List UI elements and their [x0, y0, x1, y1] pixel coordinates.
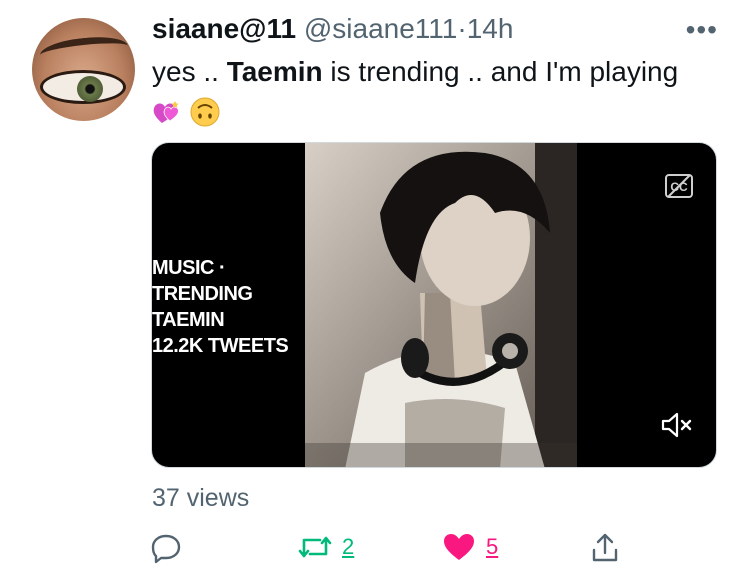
tweet-text-part1: yes .. [152, 56, 227, 87]
view-count: 37 views [152, 484, 250, 512]
heart-icon [444, 534, 474, 560]
cc-icon[interactable]: CC [664, 173, 694, 199]
timestamp[interactable]: 14h [467, 13, 514, 44]
tweet-text: yes .. Taemin is trending .. and I'm pla… [152, 52, 712, 132]
overlay-line: MUSIC · [152, 257, 226, 279]
retweet-icon [298, 536, 332, 558]
display-name[interactable]: siaane@11 [152, 13, 296, 44]
separator: · [457, 13, 467, 44]
upside-down-face-emoji [190, 97, 220, 127]
avatar-iris [77, 76, 103, 102]
retweet-button[interactable]: 2 [298, 532, 354, 562]
overlay-line: 12.2K TWEETS [152, 335, 289, 357]
share-icon [592, 533, 618, 562]
tweet-media-video[interactable]: MUSIC · TRENDING TAEMIN 12.2K TWEETS [151, 142, 717, 468]
trending-overlay: MUSIC · TRENDING TAEMIN 12.2K TWEETS [152, 255, 289, 359]
tweet-text-bold: Taemin [226, 56, 323, 87]
retweet-count[interactable]: 2 [342, 534, 354, 560]
overlay-line: TRENDING [152, 283, 253, 305]
heart-emoji [153, 101, 179, 123]
share-button[interactable] [590, 532, 620, 564]
more-options-button[interactable]: ••• [686, 14, 718, 46]
mute-icon[interactable] [660, 411, 694, 439]
person-photo [305, 143, 577, 467]
action-bar: 2 5 [150, 532, 620, 572]
handle[interactable]: @siaane111 [304, 13, 458, 44]
tweet-header: siaane@11 @siaane111·14h [152, 10, 513, 48]
video-frame-photo [305, 143, 577, 467]
avatar-eye [40, 70, 126, 104]
like-button[interactable]: 5 [442, 532, 498, 562]
like-count[interactable]: 5 [486, 534, 498, 560]
reply-button[interactable] [150, 532, 182, 564]
reply-icon [151, 534, 181, 564]
avatar[interactable] [32, 18, 135, 121]
tweet-text-part2: is trending .. and I'm playing [322, 56, 679, 87]
overlay-line: TAEMIN [152, 309, 225, 331]
avatar-brow [38, 33, 130, 68]
